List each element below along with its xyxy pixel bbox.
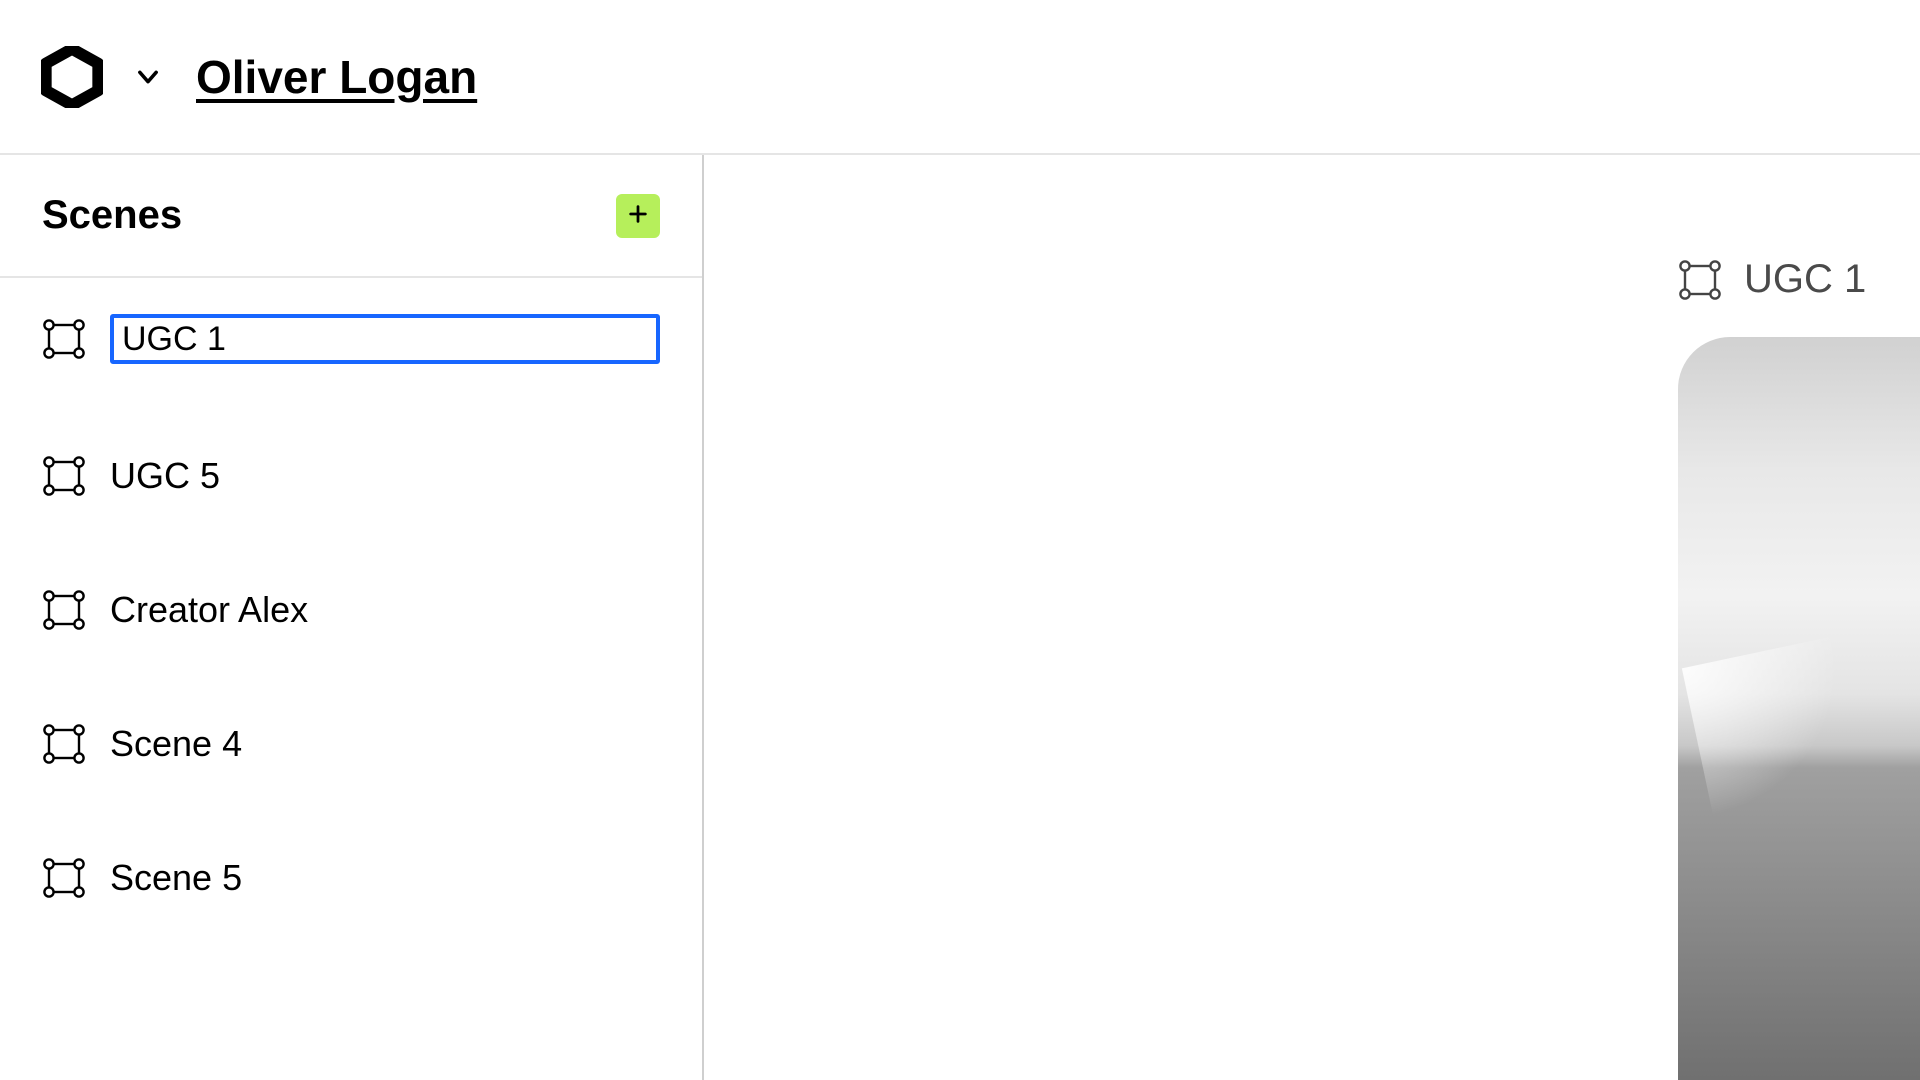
sidebar-header: Scenes: [0, 155, 702, 278]
scene-label: Creator Alex: [110, 589, 308, 631]
scene-rename-input[interactable]: [110, 314, 660, 364]
sidebar-title: Scenes: [42, 193, 182, 238]
main-area: Scenes UGC 5 Creator Alex: [0, 155, 1920, 1080]
frame-icon: [42, 317, 86, 361]
app-logo-icon[interactable]: [40, 45, 104, 109]
scene-label: Scene 4: [110, 723, 242, 765]
frame-icon: [42, 588, 86, 632]
app-header: Oliver Logan: [0, 0, 1920, 155]
scene-item-editing[interactable]: [42, 314, 660, 364]
frame-icon: [42, 856, 86, 900]
scene-label: Scene 5: [110, 857, 242, 899]
scene-list: UGC 5 Creator Alex Scene 4 Scene 5: [0, 278, 702, 900]
plus-icon: [627, 203, 649, 228]
frame-icon: [42, 454, 86, 498]
frame-icon: [42, 722, 86, 766]
canvas-scene-header[interactable]: UGC 1: [1678, 257, 1866, 302]
canvas[interactable]: UGC 1: [704, 155, 1920, 1080]
add-scene-button[interactable]: [616, 194, 660, 238]
sidebar: Scenes UGC 5 Creator Alex: [0, 155, 704, 1080]
scene-item[interactable]: Scene 4: [42, 722, 660, 766]
canvas-preview[interactable]: [1678, 337, 1920, 1080]
project-switcher-chevron-down-icon[interactable]: [132, 61, 164, 93]
scene-item[interactable]: UGC 5: [42, 454, 660, 498]
scene-label: UGC 5: [110, 455, 220, 497]
canvas-scene-title: UGC 1: [1744, 257, 1866, 302]
scene-item[interactable]: Creator Alex: [42, 588, 660, 632]
project-name[interactable]: Oliver Logan: [196, 50, 477, 104]
scene-item[interactable]: Scene 5: [42, 856, 660, 900]
frame-icon: [1678, 258, 1722, 302]
